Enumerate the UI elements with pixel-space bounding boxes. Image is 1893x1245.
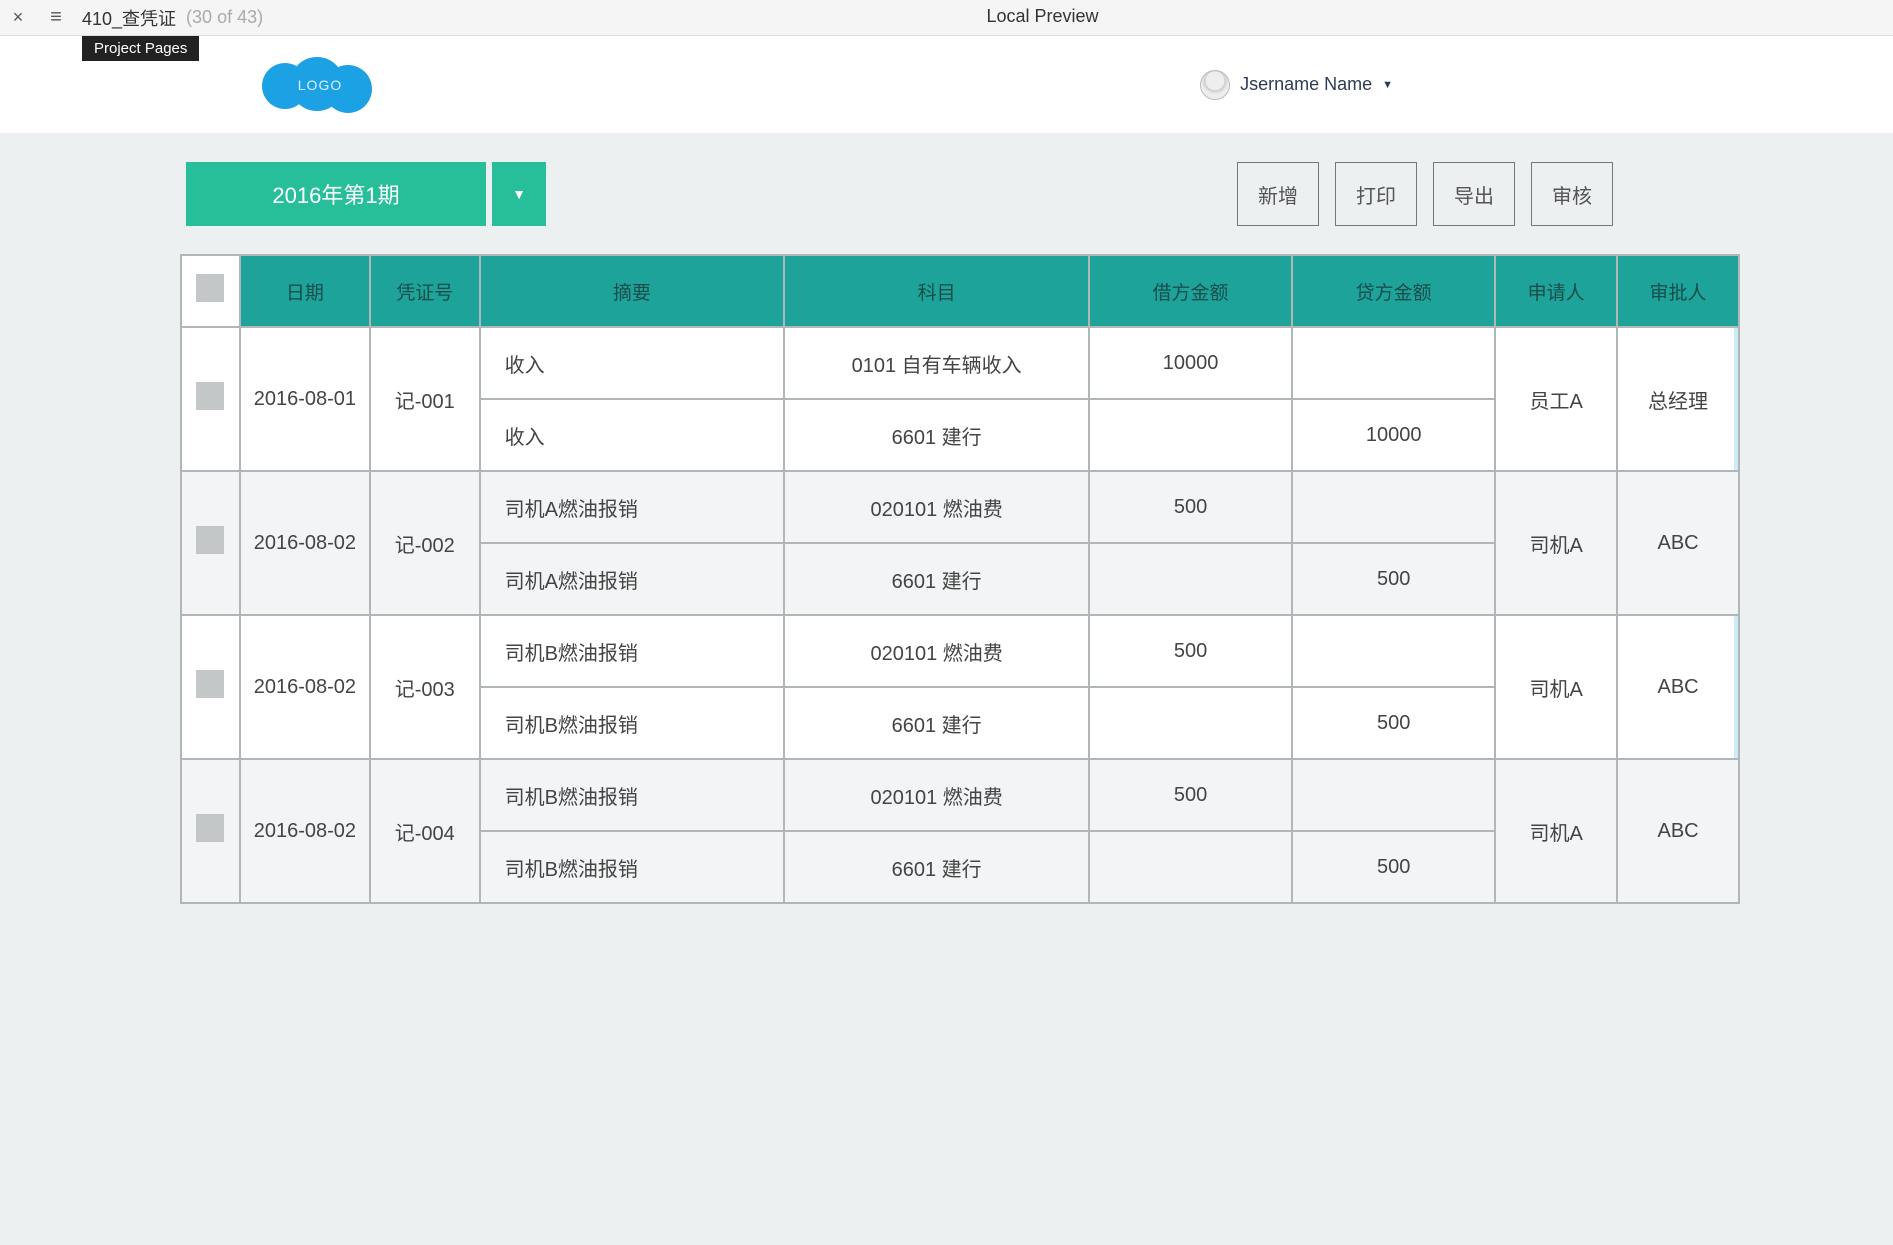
cell-no: 记-002 [370, 471, 480, 615]
user-menu[interactable]: Jsername Name ▼ [1200, 70, 1393, 100]
cell-approver: ABC [1617, 471, 1739, 615]
cell-summary: 司机B燃油报销 [480, 759, 785, 831]
row-checkbox[interactable] [196, 814, 224, 842]
cell-summary: 司机B燃油报销 [480, 687, 785, 759]
cell-credit [1292, 759, 1495, 831]
cell-date: 2016-08-01 [240, 327, 370, 471]
select-all-checkbox[interactable] [196, 274, 224, 302]
chevron-down-icon: ▼ [1382, 79, 1393, 91]
row-select-cell [181, 471, 240, 615]
export-button[interactable]: 导出 [1433, 162, 1515, 226]
cell-date: 2016-08-02 [240, 615, 370, 759]
table-row[interactable]: 2016-08-01记-001收入0101 自有车辆收入10000员工A总经理 [181, 327, 1739, 399]
cell-subject: 6601 建行 [784, 687, 1089, 759]
period-button[interactable]: 2016年第1期 [186, 162, 486, 226]
col-summary: 摘要 [480, 255, 785, 327]
row-select-cell [181, 615, 240, 759]
logo-text: LOGO [260, 77, 380, 93]
cell-summary: 收入 [480, 399, 785, 471]
cell-debit: 500 [1089, 615, 1292, 687]
cell-subject: 6601 建行 [784, 831, 1089, 903]
page-title: 410_查凭证 [82, 5, 176, 31]
table-header-row: 日期 凭证号 摘要 科目 借方金额 贷方金额 申请人 审批人 [181, 255, 1739, 327]
print-button[interactable]: 打印 [1335, 162, 1417, 226]
cell-applicant: 司机A [1495, 471, 1617, 615]
logo: LOGO [260, 55, 380, 115]
cell-subject: 0101 自有车辆收入 [784, 327, 1089, 399]
top-bar: × ≡ 410_查凭证 (30 of 43) Local Preview [0, 0, 1893, 36]
page-counter: (30 of 43) [186, 7, 263, 28]
avatar [1200, 70, 1230, 100]
cell-subject: 6601 建行 [784, 399, 1089, 471]
col-credit: 贷方金额 [1292, 255, 1495, 327]
col-date: 日期 [240, 255, 370, 327]
cell-approver: ABC [1617, 615, 1739, 759]
col-applicant: 申请人 [1495, 255, 1617, 327]
cell-debit [1089, 543, 1292, 615]
cell-applicant: 司机A [1495, 759, 1617, 903]
row-select-cell [181, 327, 240, 471]
cell-date: 2016-08-02 [240, 471, 370, 615]
cell-no: 记-001 [370, 327, 480, 471]
preview-label: Local Preview [987, 6, 1099, 27]
content-area: 2016年第1期 ▼ 新增 打印 导出 审核 日期 凭证号 摘要 科目 借方金额… [0, 134, 1893, 1245]
table-row[interactable]: 2016-08-02记-003司机B燃油报销020101 燃油费500司机AAB… [181, 615, 1739, 687]
toolbar: 2016年第1期 ▼ 新增 打印 导出 审核 [0, 162, 1893, 226]
col-debit: 借方金额 [1089, 255, 1292, 327]
row-checkbox[interactable] [196, 382, 224, 410]
cell-applicant: 员工A [1495, 327, 1617, 471]
cell-credit [1292, 327, 1495, 399]
cell-debit: 500 [1089, 759, 1292, 831]
cell-credit [1292, 471, 1495, 543]
cell-credit: 500 [1292, 687, 1495, 759]
cell-approver: ABC [1617, 759, 1739, 903]
cell-subject: 020101 燃油费 [784, 759, 1089, 831]
cell-subject: 020101 燃油费 [784, 615, 1089, 687]
tooltip-project-pages: Project Pages [82, 36, 199, 61]
table-row[interactable]: 2016-08-02记-002司机A燃油报销020101 燃油费500司机AAB… [181, 471, 1739, 543]
table-row[interactable]: 2016-08-02记-004司机B燃油报销020101 燃油费500司机AAB… [181, 759, 1739, 831]
col-no: 凭证号 [370, 255, 480, 327]
cell-date: 2016-08-02 [240, 759, 370, 903]
cell-no: 记-003 [370, 615, 480, 759]
username-label: Jsername Name [1240, 74, 1372, 95]
menu-icon[interactable]: ≡ [36, 6, 76, 29]
add-button[interactable]: 新增 [1237, 162, 1319, 226]
cell-debit: 500 [1089, 471, 1292, 543]
cell-subject: 6601 建行 [784, 543, 1089, 615]
cell-debit [1089, 831, 1292, 903]
audit-button[interactable]: 审核 [1531, 162, 1613, 226]
period-dropdown-button[interactable]: ▼ [492, 162, 546, 226]
cell-credit: 500 [1292, 831, 1495, 903]
cell-credit: 500 [1292, 543, 1495, 615]
cell-summary: 收入 [480, 327, 785, 399]
chevron-down-icon: ▼ [512, 186, 526, 202]
cell-applicant: 司机A [1495, 615, 1617, 759]
cell-summary: 司机B燃油报销 [480, 615, 785, 687]
cell-summary: 司机B燃油报销 [480, 831, 785, 903]
select-all-cell [181, 255, 240, 327]
cell-summary: 司机A燃油报销 [480, 471, 785, 543]
cell-no: 记-004 [370, 759, 480, 903]
cell-subject: 020101 燃油费 [784, 471, 1089, 543]
col-subject: 科目 [784, 255, 1089, 327]
row-checkbox[interactable] [196, 670, 224, 698]
cell-debit [1089, 399, 1292, 471]
cell-summary: 司机A燃油报销 [480, 543, 785, 615]
close-icon[interactable]: × [0, 7, 36, 28]
col-approver: 审批人 [1617, 255, 1739, 327]
app-header: LOGO Jsername Name ▼ [0, 36, 1893, 134]
row-checkbox[interactable] [196, 526, 224, 554]
cell-credit [1292, 615, 1495, 687]
cell-approver: 总经理 [1617, 327, 1739, 471]
cell-debit [1089, 687, 1292, 759]
cell-credit: 10000 [1292, 399, 1495, 471]
row-select-cell [181, 759, 240, 903]
cell-debit: 10000 [1089, 327, 1292, 399]
voucher-table: 日期 凭证号 摘要 科目 借方金额 贷方金额 申请人 审批人 2016-08-0… [180, 254, 1740, 904]
